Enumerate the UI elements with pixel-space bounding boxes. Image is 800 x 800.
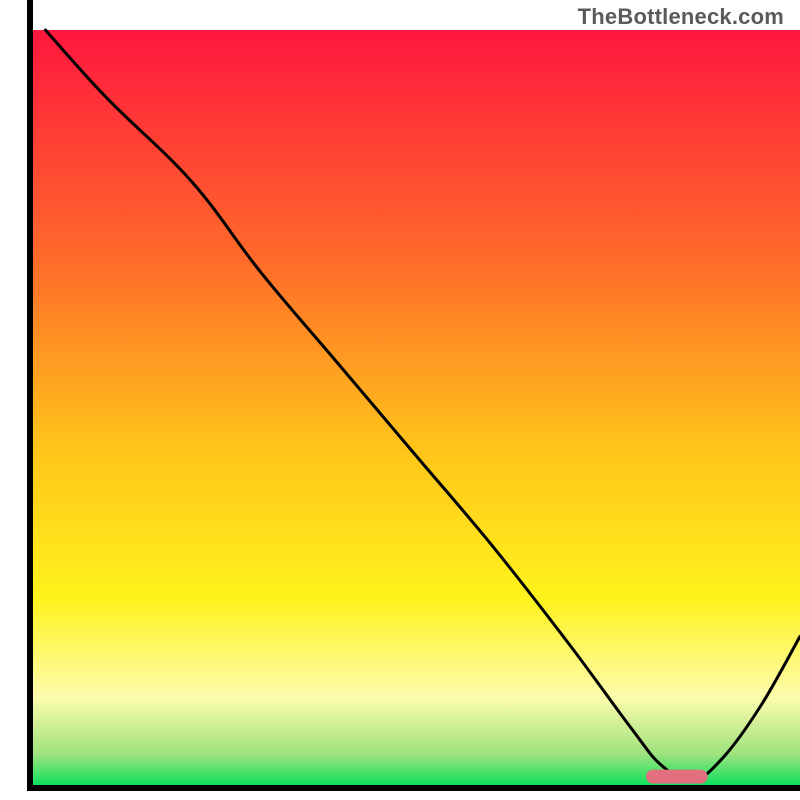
optimal-range-marker [646,770,708,784]
watermark-label: TheBottleneck.com [578,4,784,30]
chart-container: TheBottleneck.com [0,0,800,800]
gradient-background [30,30,800,788]
bottleneck-curve-chart [0,0,800,800]
